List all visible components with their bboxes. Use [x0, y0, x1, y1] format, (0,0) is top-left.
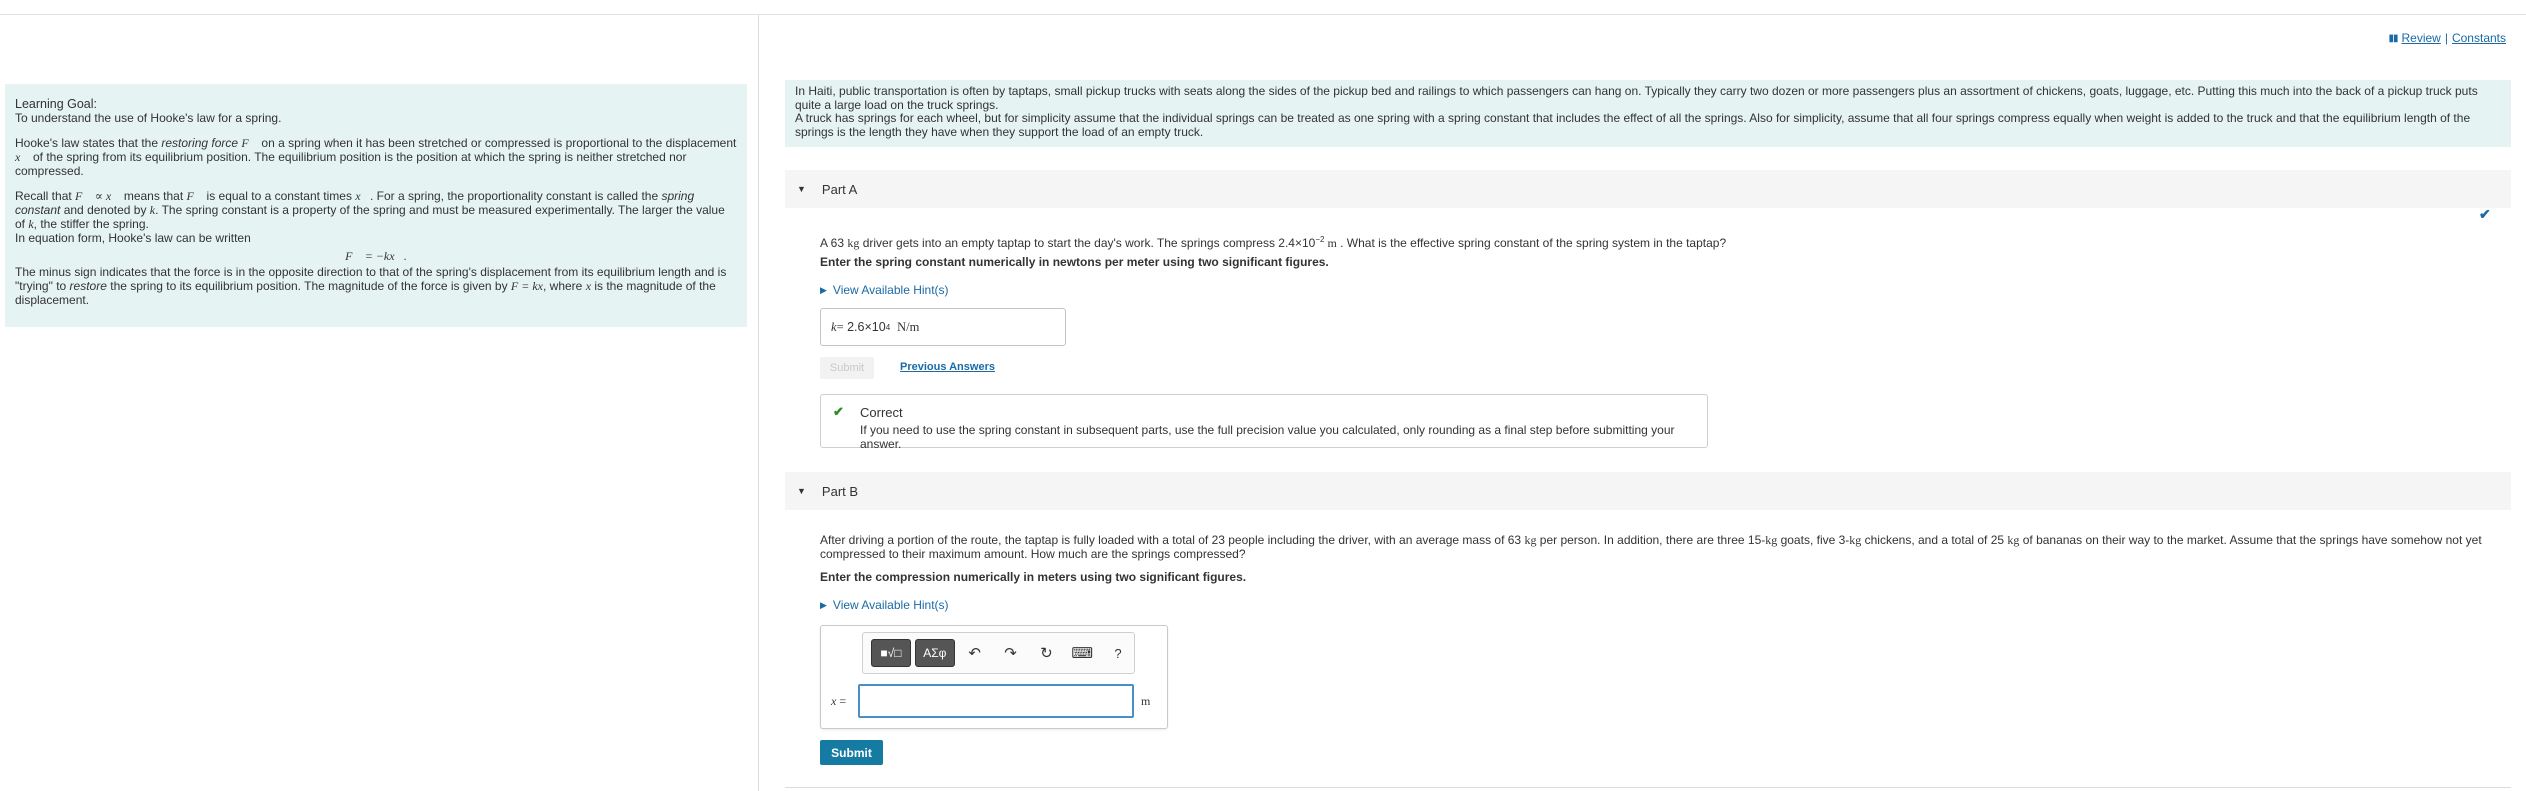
constants-link[interactable]: Constants: [2452, 31, 2506, 45]
part-b-math-editor: ■√□ ΑΣφ ↶ ↷ ↻ ⌨ ? x = m: [820, 625, 1168, 729]
math-toolbar: ■√□ ΑΣφ ↶ ↷ ↻ ⌨ ?: [862, 632, 1135, 674]
top-bar: [0, 0, 2526, 15]
part-a-feedback: ✔ Correct If you need to use the spring …: [820, 394, 1708, 451]
expand-triangle-icon: ▶: [820, 599, 827, 610]
keyboard-icon[interactable]: ⌨: [1066, 639, 1098, 667]
greek-symbols-button[interactable]: ΑΣφ: [914, 639, 955, 667]
intro-paragraph-1: In Haiti, public transportation is often…: [795, 84, 2478, 112]
part-b-question: After driving a portion of the route, th…: [820, 533, 2482, 561]
undo-icon[interactable]: ↶: [959, 639, 991, 667]
part-a-answer-display: k = 2.6×10 4 N/m: [820, 308, 1066, 346]
correct-check-icon: ✔: [833, 404, 844, 419]
learning-goal-text: To understand the use of Hooke's law for…: [15, 111, 282, 125]
collapse-triangle-icon: ▼: [797, 184, 806, 194]
x-unit-label: m: [1141, 694, 1151, 708]
redo-icon[interactable]: ↷: [995, 639, 1027, 667]
part-b-hint-link[interactable]: ▶ View Available Hint(s): [820, 598, 949, 612]
part-a-answer-unit: N/m: [897, 319, 920, 334]
review-link[interactable]: Review: [2401, 31, 2440, 45]
reset-icon[interactable]: ↻: [1030, 639, 1062, 667]
hookes-law-equation: F⃗ = −kx⃗.: [345, 249, 407, 263]
part-a-complete-check-icon: ✔: [2479, 206, 2491, 222]
proportionality-paragraph: Recall that F⃗ ∝ x⃗ means that F⃗ is equ…: [15, 189, 725, 231]
part-b-title: Part B: [821, 483, 859, 499]
learning-goal-panel: Learning Goal: To understand the use of …: [5, 84, 747, 327]
part-b-submit-button[interactable]: Submit: [820, 740, 883, 765]
part-b-instruction: Enter the compression numerically in met…: [820, 570, 1247, 584]
part-a-answer-value: 2.6×10: [847, 320, 886, 334]
problem-intro: In Haiti, public transportation is often…: [785, 80, 2511, 147]
intro-paragraph-2: A truck has springs for each wheel, but …: [795, 111, 2471, 139]
minus-sign-paragraph: The minus sign indicates that the force …: [15, 265, 727, 307]
part-a-question: A 63 kg driver gets into an empty taptap…: [820, 235, 1727, 250]
compression-input[interactable]: [858, 684, 1134, 718]
review-constants-links: ▮▮ Review | Constants: [2388, 31, 2506, 45]
part-a-header[interactable]: ▼ Part A: [785, 170, 2511, 208]
x-input-label: x =: [831, 694, 847, 708]
link-separator: |: [2444, 31, 2448, 45]
hookes-law-paragraph: Hooke's law states that the restoring fo…: [15, 136, 737, 178]
part-a-instruction: Enter the spring constant numerically in…: [820, 255, 1329, 269]
feedback-message: If you need to use the spring constant i…: [860, 423, 1675, 451]
help-icon[interactable]: ?: [1102, 639, 1134, 667]
part-a-hint-link[interactable]: ▶ View Available Hint(s): [820, 283, 949, 297]
equation-intro: In equation form, Hooke's law can be wri…: [15, 231, 251, 245]
bottom-divider: [785, 787, 2511, 788]
templates-button[interactable]: ■√□: [871, 639, 911, 667]
part-a-title: Part A: [821, 181, 858, 197]
panel-divider: [758, 15, 759, 791]
learning-goal-title: Learning Goal:: [15, 97, 98, 111]
collapse-triangle-icon: ▼: [797, 486, 806, 496]
review-icon: ▮▮: [2388, 32, 2398, 44]
expand-triangle-icon: ▶: [820, 284, 827, 295]
part-b-header[interactable]: ▼ Part B: [785, 472, 2511, 510]
part-a-submit-button[interactable]: Submit: [820, 357, 874, 379]
previous-answers-link[interactable]: Previous Answers: [900, 361, 995, 373]
feedback-title: Correct: [860, 405, 903, 420]
